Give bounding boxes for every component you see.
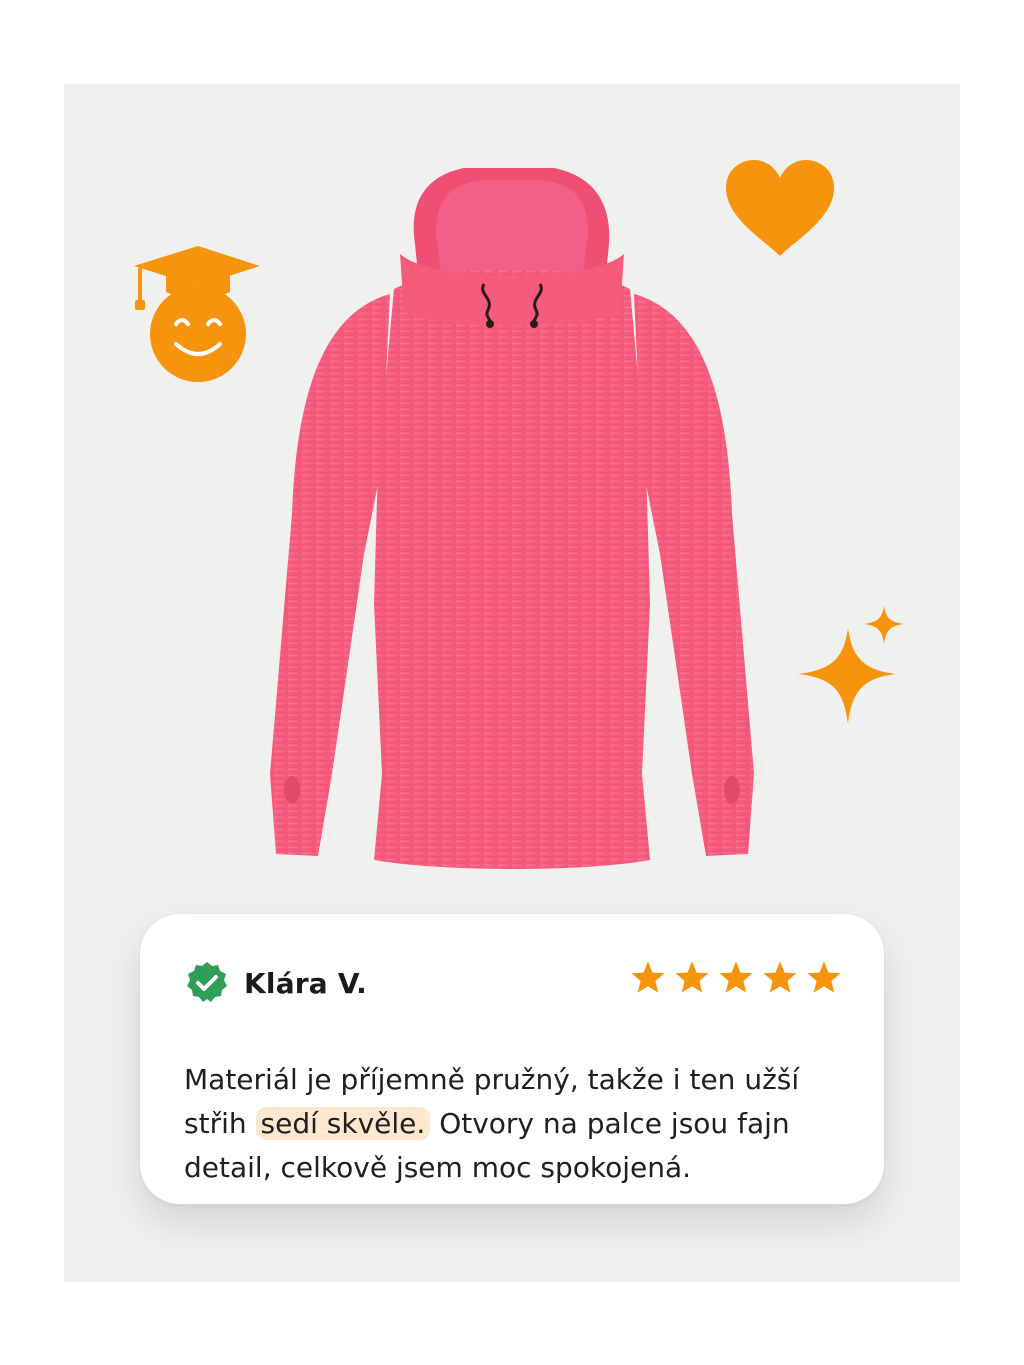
heart-icon — [726, 160, 834, 256]
reviewer-header: Klára V. — [184, 960, 367, 1006]
review-text: Materiál je příjemně pružný, takže i ten… — [184, 1058, 854, 1190]
star-icon — [675, 961, 709, 993]
star-icon — [719, 961, 753, 993]
smiley-graduation-cap-icon — [134, 246, 260, 382]
review-highlight: sedí skvěle. — [255, 1107, 431, 1140]
sparkles-icon — [798, 606, 904, 724]
star-icon — [763, 961, 797, 993]
star-icon — [631, 961, 665, 993]
star-rating — [630, 960, 842, 996]
star-icon — [807, 961, 841, 993]
review-card: Klára V. Materiál je příjemně pružný, ta… — [140, 914, 884, 1204]
reviewer-name: Klára V. — [244, 966, 367, 1000]
verified-check-badge-icon — [187, 962, 227, 1002]
